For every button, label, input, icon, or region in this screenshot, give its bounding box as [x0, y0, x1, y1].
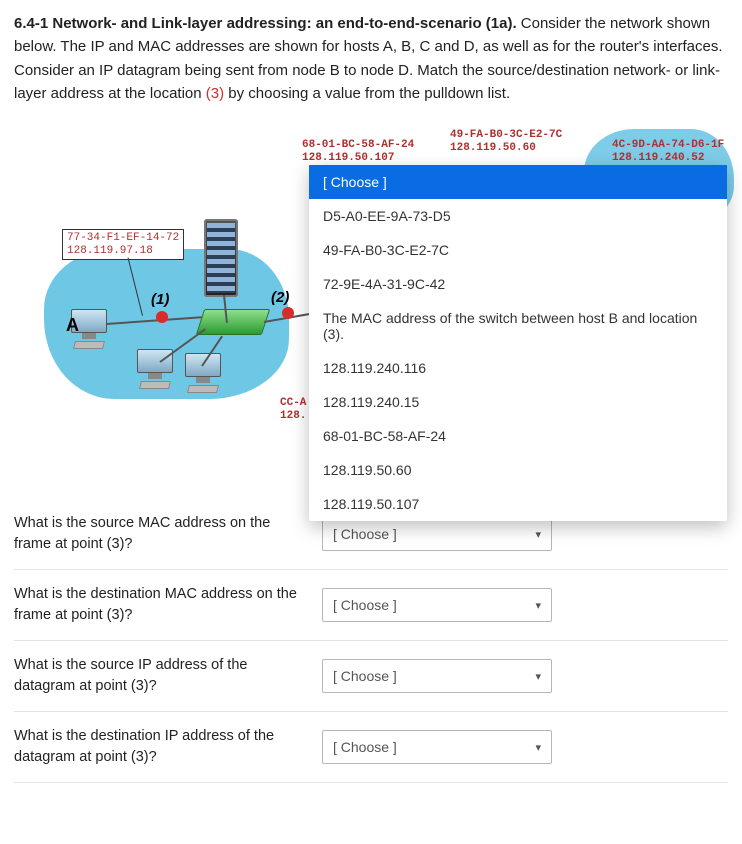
dropdown-option[interactable]: 72-9E-4A-31-9C-42 — [309, 267, 727, 301]
router-right-address: 4C-9D-AA-74-D6-1F 128.119.240.52 — [612, 139, 724, 164]
heading-marker: (3) — [206, 85, 224, 102]
select-placeholder: [ Choose ] — [333, 668, 397, 684]
router-left-address: 68-01-BC-58-AF-24 128.119.50.107 — [302, 139, 414, 164]
question-4-select[interactable]: [ Choose ] ▾ — [322, 730, 552, 764]
select-placeholder: [ Choose ] — [333, 526, 397, 542]
host-a-label: A — [66, 315, 79, 336]
router-left-ip: 128.119.50.107 — [302, 152, 394, 164]
host-a-ip: 128.119.97.18 — [67, 245, 153, 257]
heading-bold: 6.4-1 Network- and Link-layer addressing… — [14, 15, 517, 32]
chevron-down-icon: ▾ — [535, 599, 541, 612]
dropdown-option[interactable]: D5-A0-EE-9A-73-D5 — [309, 199, 727, 233]
router-right-ip: 128.119.240.52 — [612, 152, 704, 164]
select-placeholder: [ Choose ] — [333, 597, 397, 613]
question-row-4: What is the destination IP address of th… — [14, 712, 728, 783]
question-row-2: What is the destination MAC address on t… — [14, 570, 728, 641]
host-b-mac: 49-FA-B0-3C-E2-7C — [450, 129, 562, 141]
question-1-text: What is the source MAC address on the fr… — [14, 513, 304, 555]
point-2-marker — [282, 307, 294, 319]
dropdown-option[interactable]: 128.119.50.60 — [309, 453, 727, 487]
server-icon — [204, 219, 238, 297]
question-3-text: What is the source IP address of the dat… — [14, 655, 304, 697]
dropdown-option[interactable]: 128.119.240.15 — [309, 385, 727, 419]
question-2-text: What is the destination MAC address on t… — [14, 584, 304, 626]
question-row-3: What is the source IP address of the dat… — [14, 641, 728, 712]
dropdown-selected[interactable]: [ Choose ] — [309, 165, 727, 199]
host-a-address: 77-34-F1-EF-14-72 128.119.97.18 — [62, 229, 184, 260]
answer-dropdown-open[interactable]: [ Choose ] D5-A0-EE-9A-73-D5 49-FA-B0-3C… — [309, 165, 727, 521]
point-2-label: (2) — [271, 289, 289, 306]
question-2-select[interactable]: [ Choose ] ▾ — [322, 588, 552, 622]
chevron-down-icon: ▾ — [535, 741, 541, 754]
question-heading: 6.4-1 Network- and Link-layer addressing… — [14, 12, 728, 105]
host-a-mac: 77-34-F1-EF-14-72 — [67, 232, 179, 244]
host-extra-icon-2 — [182, 353, 224, 393]
point-1-label: (1) — [151, 291, 169, 308]
router-left-mac: 68-01-BC-58-AF-24 — [302, 139, 414, 151]
question-4-text: What is the destination IP address of th… — [14, 726, 304, 768]
switch-icon — [196, 309, 270, 335]
select-placeholder: [ Choose ] — [333, 739, 397, 755]
host-b-ip: 128.119.50.60 — [450, 142, 536, 154]
truncated-address-hint: CC-A 128. — [280, 397, 306, 422]
dropdown-option[interactable]: 68-01-BC-58-AF-24 — [309, 419, 727, 453]
router-right-mac: 4C-9D-AA-74-D6-1F — [612, 139, 724, 151]
network-diagram: (1) (2) A 77-34-F1-EF-14-72 128.119.97.1… — [14, 129, 728, 489]
chevron-down-icon: ▾ — [535, 528, 541, 541]
dropdown-option[interactable]: The MAC address of the switch between ho… — [309, 301, 727, 351]
dropdown-option[interactable]: 128.119.240.116 — [309, 351, 727, 385]
question-3-select[interactable]: [ Choose ] ▾ — [322, 659, 552, 693]
heading-part2: by choosing a value from the pulldown li… — [224, 85, 510, 102]
question-1-select[interactable]: [ Choose ] ▾ — [322, 517, 552, 551]
dropdown-option[interactable]: 49-FA-B0-3C-E2-7C — [309, 233, 727, 267]
host-b-address: 49-FA-B0-3C-E2-7C 128.119.50.60 — [450, 129, 562, 154]
dropdown-option[interactable]: 128.119.50.107 — [309, 487, 727, 521]
point-1-marker — [156, 311, 168, 323]
chevron-down-icon: ▾ — [535, 670, 541, 683]
